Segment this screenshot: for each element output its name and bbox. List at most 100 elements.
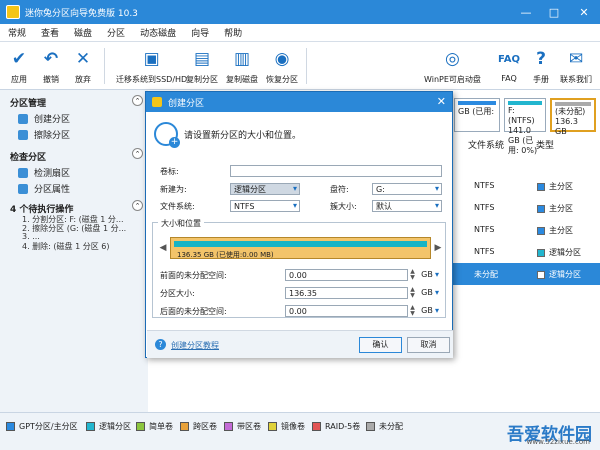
cluster-size-label: 簇大小:: [330, 202, 357, 211]
mail-icon: ✉: [568, 49, 584, 69]
menu-general[interactable]: 常规: [8, 26, 26, 39]
unallocated-after-input[interactable]: 0.00: [285, 305, 408, 317]
type-swatch: [537, 182, 545, 191]
cancel-button[interactable]: 取消: [407, 337, 450, 353]
unallocated-before-label: 前面的未分配空间:: [160, 271, 227, 280]
stepper-icon[interactable]: ▲ ▼: [408, 287, 417, 299]
column-header-type[interactable]: 类型: [536, 138, 554, 151]
unit-dropdown-icon[interactable]: ▾: [435, 270, 439, 279]
dialog-app-icon: [152, 97, 162, 107]
unallocated-before-input[interactable]: 0.00: [285, 269, 408, 281]
contact-button[interactable]: ✉ 联系我们: [560, 48, 592, 85]
file-system-label: 文件系统:: [160, 202, 195, 211]
menu-dynamic-disk[interactable]: 动态磁盘: [140, 26, 176, 39]
pending-op[interactable]: 4. 删除: (磁盘 1 分区 6): [22, 241, 109, 252]
apply-button[interactable]: ✔ 应用: [8, 48, 30, 85]
usage-bar: [508, 101, 542, 105]
partition-size-label: 分区大小:: [160, 289, 195, 298]
toolbar-divider: [104, 48, 105, 84]
create-partition-icon: [154, 122, 180, 148]
collapse-icon[interactable]: ⌃: [132, 148, 143, 159]
partition-size-bar[interactable]: 136.35 GB (已使用:0.00 MB): [170, 237, 431, 259]
partition-bar-text: 136.35 GB (已使用:0.00 MB): [177, 251, 274, 259]
winpe-button[interactable]: ◎ WinPE可启动盘: [424, 48, 481, 85]
maximize-button[interactable]: □: [540, 0, 568, 24]
left-handle-icon[interactable]: ◀: [158, 237, 168, 259]
x-icon: ✕: [75, 49, 91, 69]
collapse-icon[interactable]: ⌃: [132, 200, 143, 211]
legend-swatch: [136, 422, 145, 431]
help-icon: ?: [536, 49, 546, 69]
unit-label: GB: [421, 288, 433, 297]
create-as-label: 新建为:: [160, 185, 187, 194]
app-logo-icon: [6, 5, 20, 19]
recover-icon: ◉: [274, 49, 290, 69]
legend-swatch: [224, 422, 233, 431]
menu-wizard[interactable]: 向导: [191, 26, 209, 39]
ok-button[interactable]: 确认: [359, 337, 402, 353]
menu-disk[interactable]: 磁盘: [74, 26, 92, 39]
copy-disk-icon: ▥: [233, 49, 251, 69]
menu-view[interactable]: 查看: [41, 26, 59, 39]
copy-partition-button[interactable]: ▤ 复制分区: [186, 48, 218, 85]
stepper-icon[interactable]: ▲ ▼: [408, 305, 417, 317]
menu-help[interactable]: 帮助: [224, 26, 242, 39]
tutorial-link[interactable]: 创建分区教程: [171, 340, 219, 351]
type-swatch: [537, 248, 545, 257]
collapse-icon[interactable]: ⌃: [132, 95, 143, 106]
copy-disk-button[interactable]: ▥ 复制磁盘: [226, 48, 258, 85]
check-sector-icon: [18, 167, 28, 178]
help-icon: ?: [155, 339, 166, 350]
right-handle-icon[interactable]: ▶: [433, 237, 443, 259]
legend-swatch: [180, 422, 189, 431]
watermark-url: www.52zixue.com: [526, 438, 590, 446]
disk-partition-unallocated[interactable]: (未分配) 136.3 GB: [550, 98, 596, 136]
sidebar-item-create-partition[interactable]: 创建分区: [18, 112, 70, 125]
legend-item: 跨区卷: [180, 421, 217, 432]
migrate-icon: ▣: [143, 49, 160, 69]
create-as-select[interactable]: 逻辑分区: [230, 183, 300, 195]
minimize-button[interactable]: —: [512, 0, 540, 24]
dialog-title: 创建分区: [168, 98, 205, 109]
checkmark-icon: ✔: [11, 49, 27, 69]
unit-dropdown-icon[interactable]: ▾: [435, 288, 439, 297]
unit-dropdown-icon[interactable]: ▾: [435, 306, 439, 315]
legend-swatch: [312, 422, 321, 431]
dialog-header: 请设置新分区的大小和位置。: [154, 122, 301, 148]
disk-partition-f[interactable]: F: (NTFS) 141.0 GB (已用: 0%): [504, 98, 546, 155]
window-title: 迷你兔分区向导免费版 10.3: [25, 8, 138, 19]
discard-button[interactable]: ✕ 放弃: [72, 48, 94, 85]
legend-item: 逻辑分区: [86, 421, 131, 432]
file-system-select[interactable]: NTFS: [230, 200, 300, 212]
manual-button[interactable]: ? 手册: [530, 48, 552, 85]
section-partition-mgmt: 分区管理: [10, 99, 47, 109]
pending-op[interactable]: 3. ...: [22, 232, 40, 241]
menu-bar: 常规 查看 磁盘 分区 动态磁盘 向导 帮助: [0, 24, 600, 42]
migrate-os-button[interactable]: ▣ 迁移系统到SSD/HD: [116, 48, 187, 85]
sidebar-item-wipe-partition[interactable]: 擦除分区: [18, 128, 70, 141]
disc-icon: ◎: [445, 49, 460, 69]
stepper-icon[interactable]: ▲ ▼: [408, 269, 417, 281]
partition-size-input[interactable]: 136.35: [285, 287, 408, 299]
type-swatch: [537, 226, 545, 235]
title-bar: 迷你兔分区向导免费版 10.3 — □ ✕: [0, 0, 600, 24]
column-header-filesystem[interactable]: 文件系统: [468, 138, 504, 151]
dialog-close-button[interactable]: ✕: [437, 95, 446, 108]
undo-button[interactable]: ↶ 撤销: [40, 48, 62, 85]
volume-label-label: 卷标:: [160, 167, 179, 176]
faq-icon: FAQ: [498, 53, 520, 65]
cluster-size-select[interactable]: 默认: [372, 200, 442, 212]
faq-button[interactable]: FAQ FAQ: [498, 48, 520, 84]
menu-partition[interactable]: 分区: [107, 26, 125, 39]
drive-letter-label: 盘符:: [330, 185, 349, 194]
properties-icon: [18, 183, 28, 194]
create-partition-icon: [18, 113, 28, 124]
close-window-button[interactable]: ✕: [570, 0, 598, 24]
volume-label-input[interactable]: [230, 165, 442, 177]
type-swatch: [537, 270, 545, 279]
sidebar-item-check-sectors[interactable]: 检测扇区: [18, 166, 70, 179]
disk-partition-block[interactable]: GB (已用:: [454, 98, 500, 132]
drive-letter-select[interactable]: G:: [372, 183, 442, 195]
sidebar-item-partition-properties[interactable]: 分区属性: [18, 182, 70, 195]
recover-partition-button[interactable]: ◉ 恢复分区: [266, 48, 298, 85]
